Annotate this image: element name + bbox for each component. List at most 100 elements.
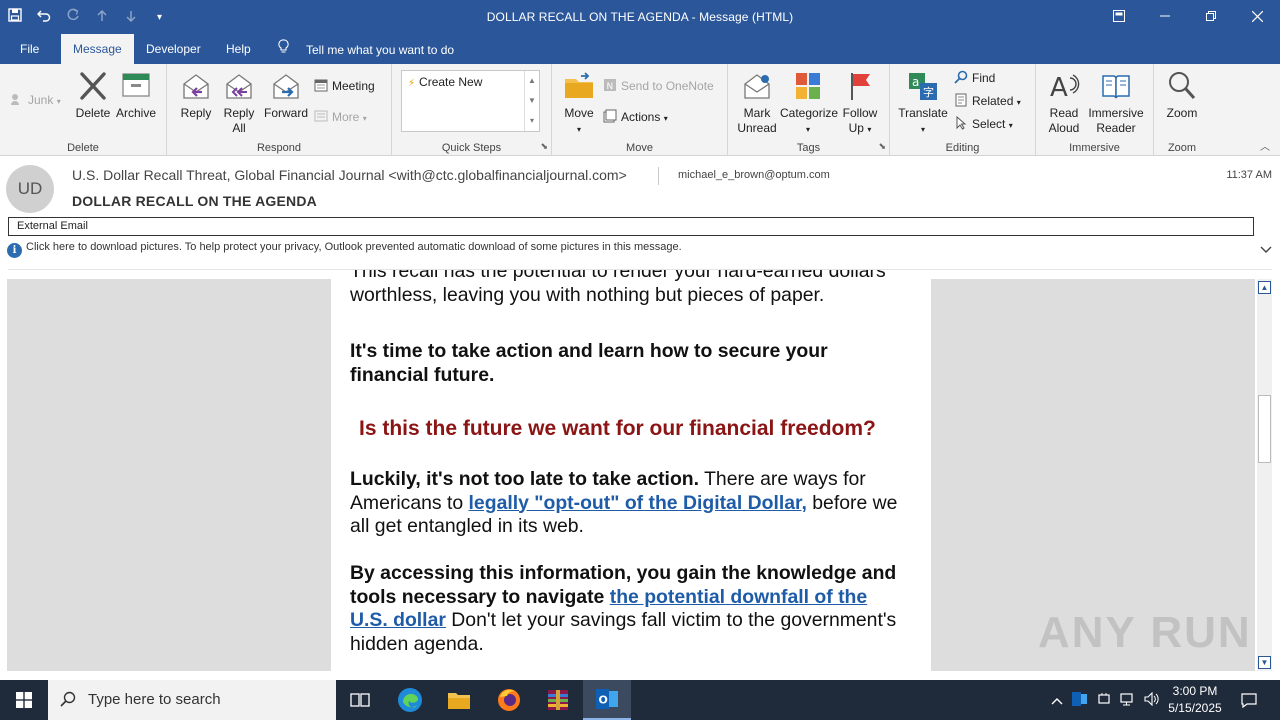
follow-up-button[interactable]: Follow Up ▾ <box>838 70 882 137</box>
body-paragraph: This recall has the potential to render … <box>350 270 886 306</box>
dialog-launcher-icon[interactable]: ⬊ <box>878 141 886 152</box>
scroll-down-icon[interactable]: ▼ <box>1258 656 1271 669</box>
subject: DOLLAR RECALL ON THE AGENDA <box>72 193 317 209</box>
scroll-up-icon[interactable]: ▲ <box>1258 281 1271 294</box>
folder-icon <box>448 693 470 709</box>
gallery-expand-icon[interactable]: ▾ <box>525 111 539 131</box>
group-label: Immersive <box>1069 142 1120 154</box>
minimize-icon[interactable] <box>1142 0 1188 32</box>
infobar-text: Click here to download pictures. To help… <box>26 241 682 253</box>
window-controls <box>1096 0 1280 32</box>
gallery-down-icon[interactable]: ▼ <box>525 91 539 111</box>
clock-time: 3:00 PM <box>1172 684 1218 698</box>
tab-developer[interactable]: Developer <box>134 34 213 64</box>
taskbar-file-explorer[interactable] <box>435 680 483 720</box>
download-pictures-infobar[interactable]: i Click here to download pictures. To hel… <box>7 241 682 258</box>
maximize-icon[interactable] <box>1188 0 1234 32</box>
taskbar-firefox[interactable] <box>485 680 533 720</box>
body-paragraph: By accessing this information, you gain … <box>350 562 897 655</box>
start-button[interactable] <box>0 680 48 720</box>
group-label: Zoom <box>1167 142 1197 154</box>
task-view-button[interactable] <box>336 680 384 720</box>
svg-text:字: 字 <box>923 85 934 99</box>
system-tray <box>1046 680 1164 720</box>
tab-file[interactable]: File <box>8 34 51 64</box>
close-icon[interactable] <box>1234 0 1280 32</box>
device-icon[interactable] <box>1092 692 1116 709</box>
collapse-ribbon-icon[interactable]: ︿ <box>1260 138 1270 153</box>
forward-button[interactable]: Forward <box>263 70 309 121</box>
dialog-launcher-icon[interactable]: ⬊ <box>540 141 548 152</box>
show-hidden-icons-icon[interactable] <box>1046 693 1068 708</box>
group-move: Move ▾ N Send to OneNote Actions ▾ Move <box>552 64 728 156</box>
sender[interactable]: U.S. Dollar Recall Threat, Global Financ… <box>72 167 627 183</box>
taskbar-edge[interactable] <box>386 680 434 720</box>
archive-button[interactable]: Archive <box>114 70 158 121</box>
related-button[interactable]: Related ▾ <box>954 91 1021 111</box>
chevron-down-icon[interactable] <box>1260 243 1272 257</box>
reply-all-icon <box>223 70 255 102</box>
outlook-tray-icon[interactable] <box>1068 691 1092 709</box>
more-icon <box>314 109 328 123</box>
group-label: Delete <box>67 142 99 154</box>
meeting-button[interactable]: Meeting <box>314 76 375 96</box>
winrar-icon <box>548 690 568 710</box>
select-button[interactable]: Select ▾ <box>954 114 1013 134</box>
opt-out-link[interactable]: legally "opt-out" of the Digital Dollar, <box>469 492 807 514</box>
zoom-button[interactable]: Zoom <box>1162 70 1202 121</box>
folder-icon <box>563 70 595 102</box>
taskbar-clock[interactable]: 3:00 PM 5/15/2025 <box>1160 683 1230 717</box>
find-button[interactable]: Find <box>954 68 995 88</box>
scroll-thumb[interactable] <box>1258 395 1271 463</box>
external-email-tag: External Email <box>8 217 1254 236</box>
received-time: 11:37 AM <box>1226 169 1272 181</box>
reply-all-button[interactable]: Reply All <box>219 70 259 136</box>
group-immersive: A Read Aloud Immersive Reader Immersive <box>1036 64 1154 156</box>
notification-button[interactable] <box>1232 680 1266 720</box>
group-label: Tags <box>796 142 821 154</box>
lightbulb-icon <box>278 34 292 64</box>
gallery-up-icon[interactable]: ▲ <box>525 71 539 91</box>
move-button[interactable]: Move ▾ <box>560 70 598 137</box>
tab-help[interactable]: Help <box>214 34 263 64</box>
gallery-scroll[interactable]: ▲ ▼ ▾ <box>524 71 539 131</box>
mark-unread-button[interactable]: Mark Unread <box>734 70 780 136</box>
delete-button[interactable]: Delete <box>74 70 112 121</box>
network-icon[interactable] <box>1116 692 1140 709</box>
actions-button[interactable]: Actions ▾ <box>603 107 668 127</box>
junk-button[interactable]: Junk ▾ <box>10 90 61 110</box>
taskbar-search[interactable]: Type here to search <box>48 680 336 720</box>
watermark-logo: ANY RUN <box>1038 608 1252 657</box>
ribbon-display-options-icon[interactable] <box>1096 0 1142 32</box>
taskbar-outlook[interactable]: O <box>583 680 631 720</box>
edge-icon <box>398 688 422 712</box>
flag-icon <box>844 70 876 102</box>
translate-button[interactable]: a字 Translate ▾ <box>896 70 950 137</box>
clock-date: 5/15/2025 <box>1168 701 1222 715</box>
ribbon: Junk ▾ Delete Archive Delete Reply Reply… <box>0 64 1280 156</box>
immersive-reader-button[interactable]: Immersive Reader <box>1086 70 1146 136</box>
window-title: DOLLAR RECALL ON THE AGENDA - Message (H… <box>486 10 794 24</box>
outlook-icon: O <box>596 689 618 709</box>
message-header: UD U.S. Dollar Recall Threat, Global Fin… <box>0 157 1280 270</box>
find-icon <box>954 70 968 84</box>
svg-text:O: O <box>599 694 608 707</box>
taskbar-winrar[interactable] <box>534 680 582 720</box>
send-to-onenote-button[interactable]: N Send to OneNote <box>603 76 714 96</box>
more-respond-button[interactable]: More ▾ <box>314 107 367 127</box>
group-label: Editing <box>945 142 980 154</box>
onenote-icon: N <box>603 78 617 92</box>
related-icon <box>954 93 968 107</box>
quick-steps-gallery: ⚡ Create New ▲ ▼ ▾ <box>401 70 540 132</box>
reply-icon <box>180 70 212 102</box>
divider <box>658 167 659 185</box>
tell-me-box[interactable]: Tell me what you want to do <box>278 34 454 64</box>
categorize-button[interactable]: Categorize ▾ <box>780 70 838 137</box>
recipient[interactable]: michael_e_brown@optum.com <box>678 169 830 181</box>
read-aloud-button[interactable]: A Read Aloud <box>1042 70 1086 136</box>
svg-text:a: a <box>912 75 919 89</box>
reply-button[interactable]: Reply <box>177 70 215 121</box>
vertical-scrollbar[interactable]: ▲ ▼ <box>1257 279 1272 671</box>
quick-step-create-new[interactable]: ⚡ Create New <box>408 75 482 89</box>
tab-message[interactable]: Message <box>61 34 134 64</box>
